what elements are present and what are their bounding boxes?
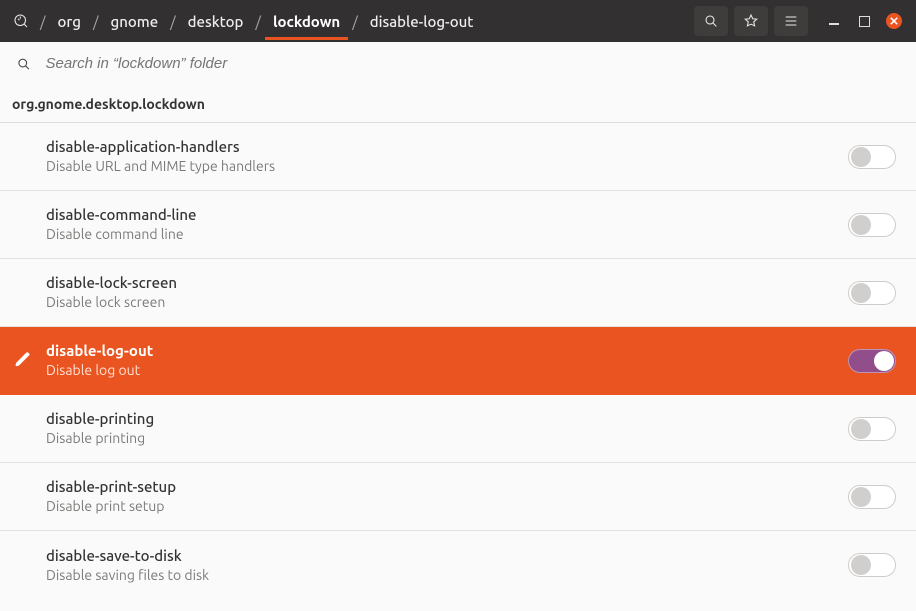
key-row-disable-printing[interactable]: disable-printing Disable printing: [0, 395, 916, 463]
key-row-disable-log-out[interactable]: disable-log-out Disable log out: [0, 327, 916, 395]
window-close-button[interactable]: [886, 13, 902, 29]
key-summary: Disable saving files to disk: [46, 566, 848, 586]
key-row-disable-command-line[interactable]: disable-command-line Disable command lin…: [0, 191, 916, 259]
crumb-org[interactable]: org: [50, 3, 89, 40]
crumb-separator: /: [251, 3, 265, 40]
key-summary: Disable URL and MIME type handlers: [46, 157, 848, 177]
crumb-lockdown[interactable]: lockdown: [265, 3, 348, 40]
toggle-switch[interactable]: [848, 485, 896, 509]
crumb-separator: /: [166, 3, 180, 40]
search-icon: [703, 13, 719, 29]
key-row-disable-lock-screen[interactable]: disable-lock-screen Disable lock screen: [0, 259, 916, 327]
key-summary: Disable printing: [46, 429, 848, 449]
toggle-switch[interactable]: [848, 213, 896, 237]
search-button[interactable]: [694, 6, 728, 36]
edit-icon: [14, 350, 32, 371]
toggle-switch[interactable]: [848, 145, 896, 169]
toggle-switch[interactable]: [848, 553, 896, 577]
crumb-gnome[interactable]: gnome: [103, 3, 167, 40]
window-maximize-button[interactable]: [856, 13, 872, 29]
key-row-disable-save-to-disk[interactable]: disable-save-to-disk Disable saving file…: [0, 531, 916, 599]
key-name: disable-print-setup: [46, 476, 848, 497]
hamburger-menu-button[interactable]: [774, 6, 808, 36]
app-icon: [8, 12, 34, 30]
key-name: disable-save-to-disk: [46, 545, 848, 566]
search-input[interactable]: [45, 55, 900, 72]
crumb-separator: /: [89, 3, 103, 40]
star-icon: [743, 13, 759, 29]
window-controls: [822, 13, 908, 29]
key-name: disable-command-line: [46, 204, 848, 225]
key-summary: Disable print setup: [46, 497, 848, 517]
key-name: disable-lock-screen: [46, 272, 848, 293]
keys-list: disable-application-handlers Disable URL…: [0, 123, 916, 599]
crumb-desktop[interactable]: desktop: [180, 3, 252, 40]
key-summary: Disable log out: [46, 361, 848, 381]
crumb-disable-log-out[interactable]: disable-log-out: [362, 3, 482, 40]
key-name: disable-application-handlers: [46, 136, 848, 157]
search-row: [0, 42, 916, 86]
key-row-disable-application-handlers[interactable]: disable-application-handlers Disable URL…: [0, 123, 916, 191]
toggle-switch[interactable]: [848, 349, 896, 373]
key-name: disable-log-out: [46, 340, 848, 361]
search-icon: [16, 56, 31, 72]
key-summary: Disable lock screen: [46, 293, 848, 313]
key-summary: Disable command line: [46, 225, 848, 245]
key-name: disable-printing: [46, 408, 848, 429]
toggle-switch[interactable]: [848, 281, 896, 305]
toggle-switch[interactable]: [848, 417, 896, 441]
schema-path: org.gnome.desktop.lockdown: [0, 86, 916, 123]
window-minimize-button[interactable]: [826, 13, 842, 29]
headerbar: / org / gnome / desktop / lockdown / dis…: [0, 0, 916, 42]
bookmark-button[interactable]: [734, 6, 768, 36]
breadcrumb: / org / gnome / desktop / lockdown / dis…: [36, 3, 481, 40]
hamburger-icon: [783, 13, 799, 29]
key-row-disable-print-setup[interactable]: disable-print-setup Disable print setup: [0, 463, 916, 531]
crumb-separator: /: [348, 3, 362, 40]
crumb-separator: /: [36, 3, 50, 40]
